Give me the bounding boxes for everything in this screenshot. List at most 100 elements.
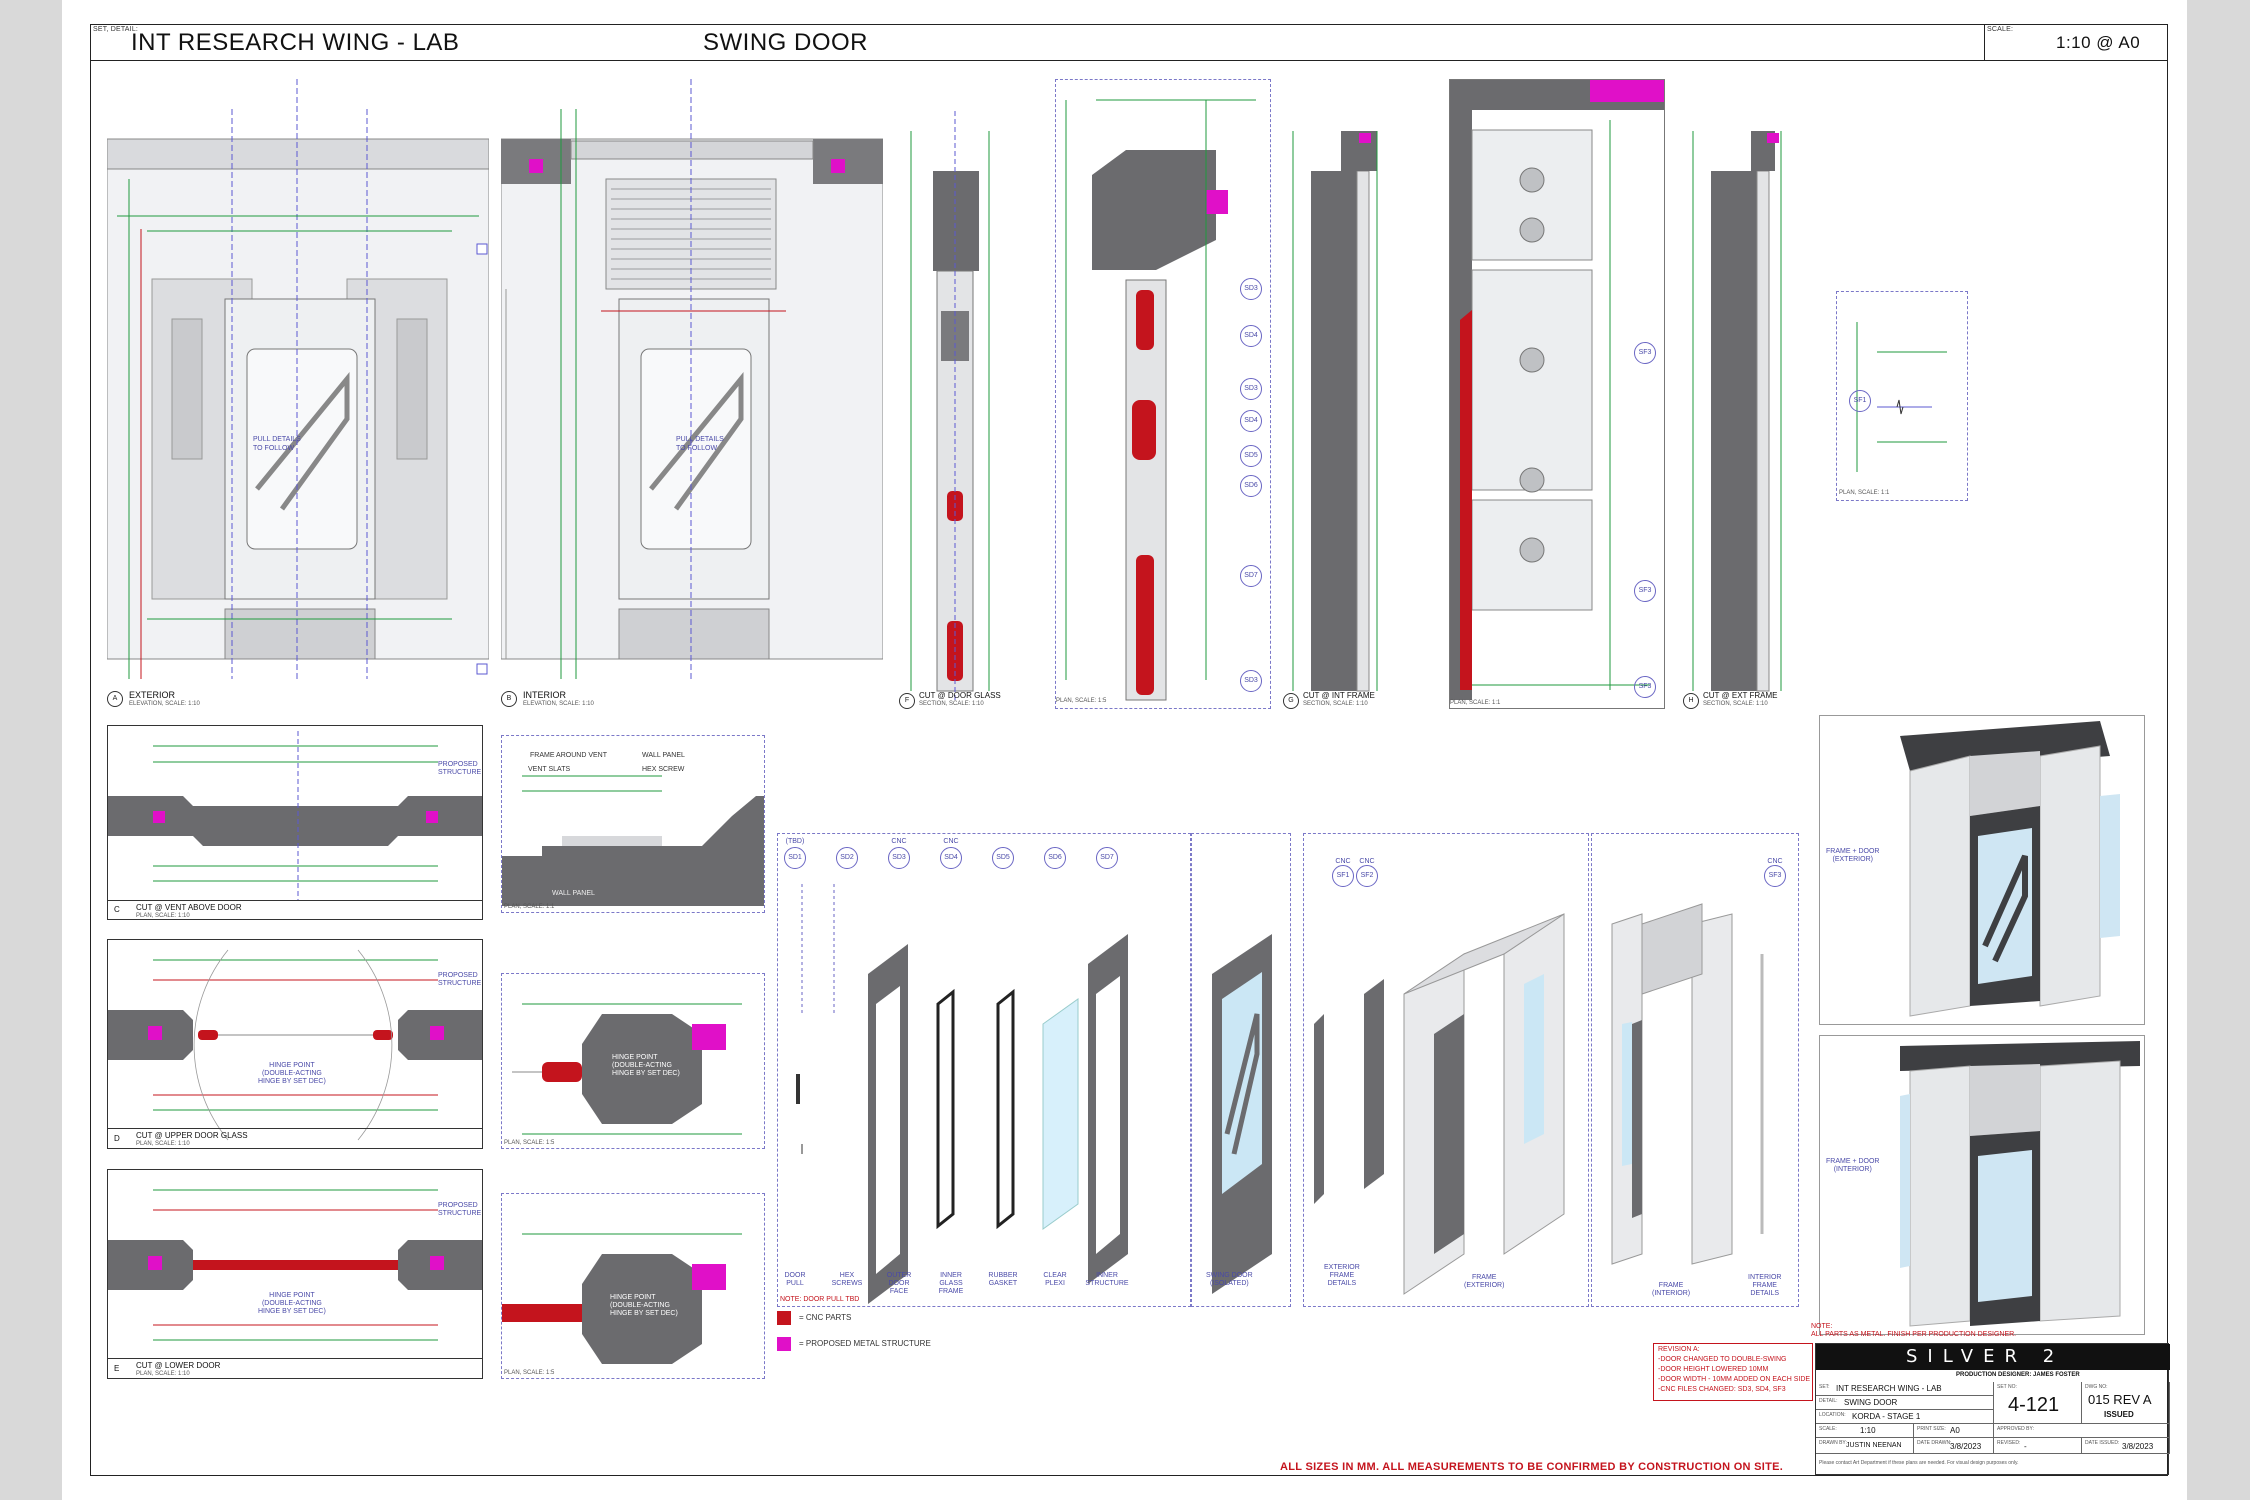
tb-location-caption: LOCATION: [1819,1412,1846,1418]
hinge-note-upper: HINGE POINT (DOUBLE-ACTING HINGE BY SET … [612,1054,680,1077]
swing-door-label: SWING DOOR (ISOLATED) [1206,1272,1253,1287]
part-label-sd3: OUTER DOOR FACE [886,1272,912,1295]
footer-note: ALL SIZES IN MM. ALL MEASUREMENTS TO BE … [1280,1461,1784,1473]
cut-upper-door-glass: PROPOSED STRUCTURE HINGE POINT (DOUBLE-A… [107,939,483,1149]
part-label-sd7: INNER STRUCTURE [1085,1272,1129,1287]
cut-e-title: CUT @ LOWER DOOR [136,1361,221,1370]
exploded-door-drawing [796,884,1128,1304]
cut-d-subtitle: PLAN, SCALE: 1:10 [136,1141,190,1147]
section-ext-frame: H CUT @ EXT FRAME SECTION, SCALE: 1:10 [1681,111,1793,711]
tb-detail-value: SWING DOOR [1844,1398,1898,1407]
section-door-glass: F CUT @ DOOR GLASS SECTION, SCALE: 1:10 [897,111,1007,711]
section-h-badge: H [1683,693,1699,709]
tb-status: ISSUED [2104,1410,2134,1419]
legend: = CNC PARTS = PROPOSED METAL STRUCTURE [777,1311,977,1371]
callout-sd3-plan: SD3 [1236,278,1266,300]
cut-c-subtitle: PLAN, SCALE: 1:10 [136,913,190,919]
frame-exterior-label: FRAME (EXTERIOR) [1464,1274,1505,1289]
tb-detail-caption: DETAIL: [1819,1398,1838,1404]
part-label-sd1: DOOR PULL [784,1272,806,1287]
exterior-elevation-drawing [107,79,489,679]
vent-label-hex-screw: HEX SCREW [642,766,685,773]
vent-label-wall-panel: WALL PANEL [642,752,685,759]
tb-date-issued-cell: DATE ISSUED: 3/8/2023 [2082,1438,2170,1454]
callout-sf3b-frame: SF3 [1630,580,1660,602]
cut-c-title: CUT @ VENT ABOVE DOOR [136,903,242,912]
section-f-badge: F [899,693,915,709]
part-label-sd2: HEX SCREWS [831,1272,863,1287]
cut-c-drawing [108,731,482,901]
vent-detail-drawing [502,775,764,906]
tb-approved-caption: APPROVED BY: [1997,1426,2034,1432]
revision-title: REVISION A: [1658,1346,1700,1353]
render-exterior: FRAME + DOOR (EXTERIOR) [1819,715,2145,1025]
hinge-lower-caption: PLAN, SCALE: 1:5 [504,1370,555,1376]
section-h-title: CUT @ EXT FRAME [1703,691,1778,700]
tb-scale-caption: SCALE: [1819,1426,1837,1432]
frame-interior-panel: CNC SF3 FRAME (INTERIOR) INTERIOR FRAME D… [1591,833,1799,1307]
cut-e-badge: E [114,1364,120,1373]
production-designer: PRODUCTION DESIGNER: JAMES FOSTER [1956,1372,2080,1378]
callout-sd5-plan: SD5 [1236,445,1266,467]
callout-sf3c-frame: SF3 [1630,676,1660,698]
legend-cnc: = CNC PARTS [799,1313,852,1322]
tb-date-issued-value: 3/8/2023 [2122,1442,2154,1451]
int-frame-details-label: INTERIOR FRAME DETAILS [1748,1274,1782,1297]
vent-label-slats: VENT SLATS [528,766,571,773]
vent-label-frame: FRAME AROUND VENT [530,752,608,759]
legend-swatch-cnc [777,1311,791,1325]
tb-location-value: KORDA - STAGE 1 [1852,1412,1921,1421]
part-label-sd6: CLEAR PLEXI [1043,1272,1067,1287]
note-text: ALL PARTS AS METAL. FINISH PER PRODUCTIO… [1811,1331,2017,1338]
callout-sf1-small: SF1 [1845,390,1875,412]
callout-sf3-frame: SF3 [1630,342,1660,364]
plan-small-detail: SF1 PLAN, SCALE: 1:1 [1836,291,1968,501]
hinge-detail-lower: HINGE POINT (DOUBLE-ACTING HINGE BY SET … [501,1193,765,1379]
cut-e-subtitle: PLAN, SCALE: 1:10 [136,1371,190,1377]
note-title: NOTE: [1811,1323,1833,1330]
tb-date-drawn-value: 3/8/2023 [1950,1442,1982,1451]
cut-d-caption-bar: D CUT @ UPPER DOOR GLASS PLAN, SCALE: 1:… [108,1128,482,1148]
hinge-note-e: HINGE POINT (DOUBLE-ACTING HINGE BY SET … [258,1292,326,1315]
tb-set-no-cell: SET NO: 4-121 [1994,1382,2082,1424]
tb-set-value: INT RESEARCH WING - LAB [1836,1384,1942,1393]
tb-date-drawn-caption: DATE DRAWN: [1917,1440,1952,1446]
tb-scale-value: 1:10 [1860,1426,1876,1435]
hinge-note-d: HINGE POINT (DOUBLE-ACTING HINGE BY SET … [258,1062,326,1085]
swing-door-drawing [1212,934,1272,1294]
tb-print-caption: PRINT SIZE: [1917,1426,1946,1432]
ext-frame-details-label: EXTERIOR FRAME DETAILS [1324,1264,1360,1287]
elevation-a-title: EXTERIOR [129,690,176,700]
logo-text: SILVER 2 [1906,1346,2065,1367]
tb-date-drawn-cell: DATE DRAWN: 3/8/2023 [1914,1438,1994,1454]
callout-sd3b-plan: SD3 [1236,378,1266,400]
cut-d-drawing [108,949,482,1141]
cut-vent-above-door: PROPOSED STRUCTURE C CUT @ VENT ABOVE DO… [107,725,483,920]
tb-detail-cell: DETAIL: SWING DOOR [1816,1396,1994,1410]
cut-e-drawing [108,1189,482,1341]
callout-sd7-plan: SD7 [1236,565,1266,587]
render-interior-image [1900,1041,2140,1327]
tb-set-no-value: 4-121 [2008,1394,2060,1416]
pull-details-note: PULL DETAILS TO FOLLOW [253,436,301,452]
render-interior: FRAME + DOOR (INTERIOR) [1819,1035,2145,1335]
tb-drawn-value: JUSTIN NEENAN [1846,1442,1902,1449]
revision-box: REVISION A: -DOOR CHANGED TO DOUBLE-SWIN… [1653,1343,1813,1401]
cut-e-caption-bar: E CUT @ LOWER DOOR PLAN, SCALE: 1:10 [108,1358,482,1378]
callout-sd4b-plan: SD4 [1236,410,1266,432]
section-g-title: CUT @ INT FRAME [1303,691,1375,700]
section-h-subtitle: SECTION, SCALE: 1:10 [1703,701,1768,707]
part-label-sd4: INNER GLASS FRAME [938,1272,964,1295]
section-g-drawing [1292,131,1378,692]
swing-door-isolated: SWING DOOR (ISOLATED) [1191,833,1291,1307]
tb-revised-caption: REVISED: [1997,1440,2021,1446]
render-exterior-label: FRAME + DOOR (EXTERIOR) [1826,848,1880,863]
callout-sd3c-plan: SD3 [1236,670,1266,692]
title-block: SILVER 2 PRODUCTION DESIGNER: JAMES FOST… [1815,1343,2170,1475]
cut-c-badge: C [114,905,120,914]
legend-swatch-structure [777,1337,791,1351]
part-label-sd5: RUBBER GASKET [988,1272,1018,1287]
vent-detail-caption: PLAN, SCALE: 1:1 [504,904,555,910]
plan-detail-caption: PLAN, SCALE: 1:5 [1056,698,1107,704]
elevation-a-badge: A [107,691,123,707]
